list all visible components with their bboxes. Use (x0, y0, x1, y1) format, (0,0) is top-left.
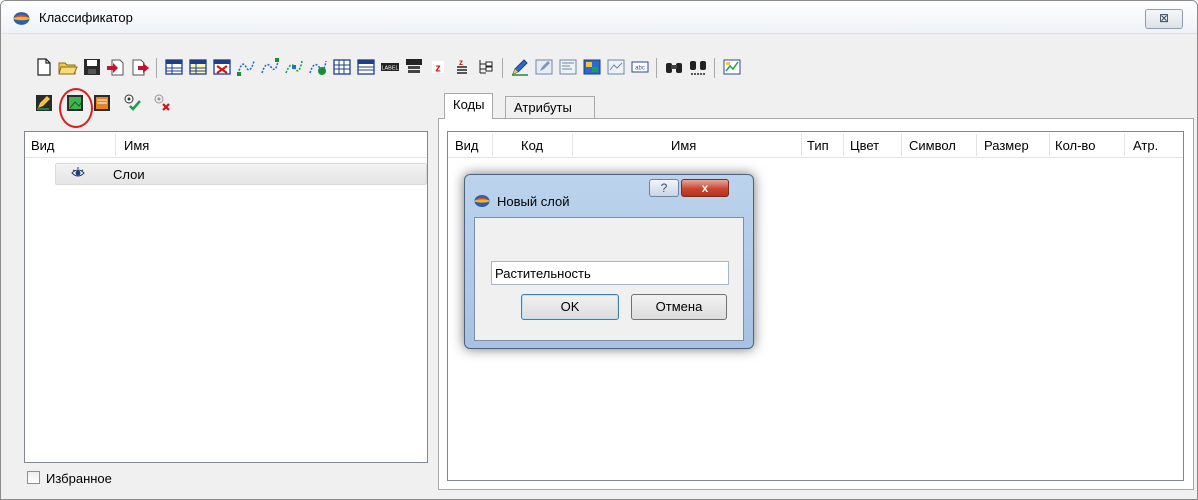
layer-properties-icon[interactable] (92, 93, 112, 113)
new-file-icon[interactable] (34, 57, 54, 77)
toolbar-separator (156, 58, 157, 78)
svg-text:abc: abc (635, 66, 645, 72)
pencil-icon[interactable] (510, 57, 530, 77)
cancel-button[interactable]: Отмена (631, 294, 727, 320)
layer-name: Слои (113, 167, 145, 182)
z-list-icon[interactable]: z (452, 57, 472, 77)
header-divider (1124, 134, 1125, 156)
check-layer-icon[interactable] (122, 93, 142, 113)
edit-object-icon[interactable] (534, 57, 554, 77)
label-multi-icon[interactable] (404, 57, 424, 77)
classifier-window: Классификатор ⊠ LABEL z z abc Вид Имя Сл… (0, 0, 1198, 500)
tab-codes[interactable]: Коды (444, 93, 494, 119)
highlight-circle (59, 88, 93, 128)
header-divider (901, 134, 902, 156)
column-header-type[interactable]: Тип (807, 138, 829, 153)
z-icon[interactable]: z (428, 57, 448, 77)
toolbar-separator (656, 58, 657, 78)
toolbar-separator (714, 58, 715, 78)
properties-icon[interactable] (558, 57, 578, 77)
delete-layer-icon[interactable] (152, 93, 172, 113)
text-box-icon[interactable]: abc (630, 57, 650, 77)
help-button[interactable]: ? (649, 179, 679, 197)
column-header-view[interactable]: Вид (455, 138, 479, 153)
new-layer-dialog: Новый слой ? x OK Отмена (464, 174, 754, 349)
color-layers-icon[interactable] (582, 57, 602, 77)
binoculars-next-icon[interactable] (688, 57, 708, 77)
curve-blue-icon[interactable] (260, 57, 280, 77)
import-icon[interactable] (106, 57, 126, 77)
favorites-label: Избранное (46, 471, 112, 486)
header-divider (801, 134, 802, 156)
app-logo-icon (474, 195, 490, 207)
curve-icon[interactable] (236, 57, 256, 77)
grid-icon[interactable] (332, 57, 352, 77)
layers-header: Вид Имя (25, 132, 427, 158)
column-header-color[interactable]: Цвет (850, 138, 879, 153)
curve-edit-icon[interactable] (308, 57, 328, 77)
eye-icon[interactable] (71, 166, 85, 180)
header-divider (115, 134, 116, 156)
save-icon[interactable] (82, 57, 102, 77)
table-yellow-icon[interactable] (188, 57, 208, 77)
column-header-attr[interactable]: Атр. (1133, 138, 1158, 153)
table-icon[interactable] (164, 57, 184, 77)
layer-toolbar (34, 91, 194, 115)
column-header-size[interactable]: Размер (984, 138, 1029, 153)
column-header-name[interactable]: Имя (124, 138, 149, 153)
svg-text:z: z (459, 58, 463, 67)
open-folder-icon[interactable] (58, 57, 78, 77)
column-header-name[interactable]: Имя (671, 138, 696, 153)
title-bar[interactable]: Классификатор ⊠ (1, 1, 1197, 34)
svg-text:LABEL: LABEL (381, 66, 398, 72)
codes-table-header: Вид Код Имя Тип Цвет Символ Размер Кол-в… (448, 132, 1183, 158)
column-header-count[interactable]: Кол-во (1055, 138, 1095, 153)
dialog-title: Новый слой (497, 194, 570, 209)
layer-name-input[interactable] (491, 261, 729, 285)
ok-button[interactable]: OK (521, 294, 619, 320)
header-divider (572, 134, 573, 156)
dialog-close-button[interactable]: x (681, 179, 729, 197)
tree-icon[interactable] (476, 57, 496, 77)
svg-text:z: z (435, 63, 441, 75)
layer-icon[interactable] (606, 57, 626, 77)
curve-green-icon[interactable] (284, 57, 304, 77)
table-red-icon[interactable] (212, 57, 232, 77)
binoculars-icon[interactable] (664, 57, 684, 77)
window-title: Классификатор (39, 10, 133, 25)
column-header-symbol[interactable]: Символ (909, 138, 956, 153)
header-divider (976, 134, 977, 156)
toolbar-separator (502, 58, 503, 78)
chart-icon[interactable] (722, 57, 742, 77)
window-close-button[interactable]: ⊠ (1145, 9, 1183, 29)
label-icon[interactable]: LABEL (380, 57, 400, 77)
edit-layer-icon[interactable] (34, 93, 54, 113)
column-header-code[interactable]: Код (521, 138, 543, 153)
header-divider (492, 134, 493, 156)
header-divider (843, 134, 844, 156)
header-divider (1049, 134, 1050, 156)
layers-tree[interactable]: Вид Имя Слои (24, 131, 428, 463)
layer-row-layers[interactable]: Слои (55, 163, 427, 185)
main-toolbar: LABEL z z abc (34, 57, 964, 79)
favorites-checkbox[interactable] (27, 471, 40, 484)
table-list-icon[interactable] (356, 57, 376, 77)
app-logo-icon (13, 12, 30, 25)
column-header-view[interactable]: Вид (31, 138, 55, 153)
tab-attributes[interactable]: Атрибуты (505, 96, 595, 120)
export-icon[interactable] (130, 57, 150, 77)
dialog-body: OK Отмена (474, 217, 744, 341)
